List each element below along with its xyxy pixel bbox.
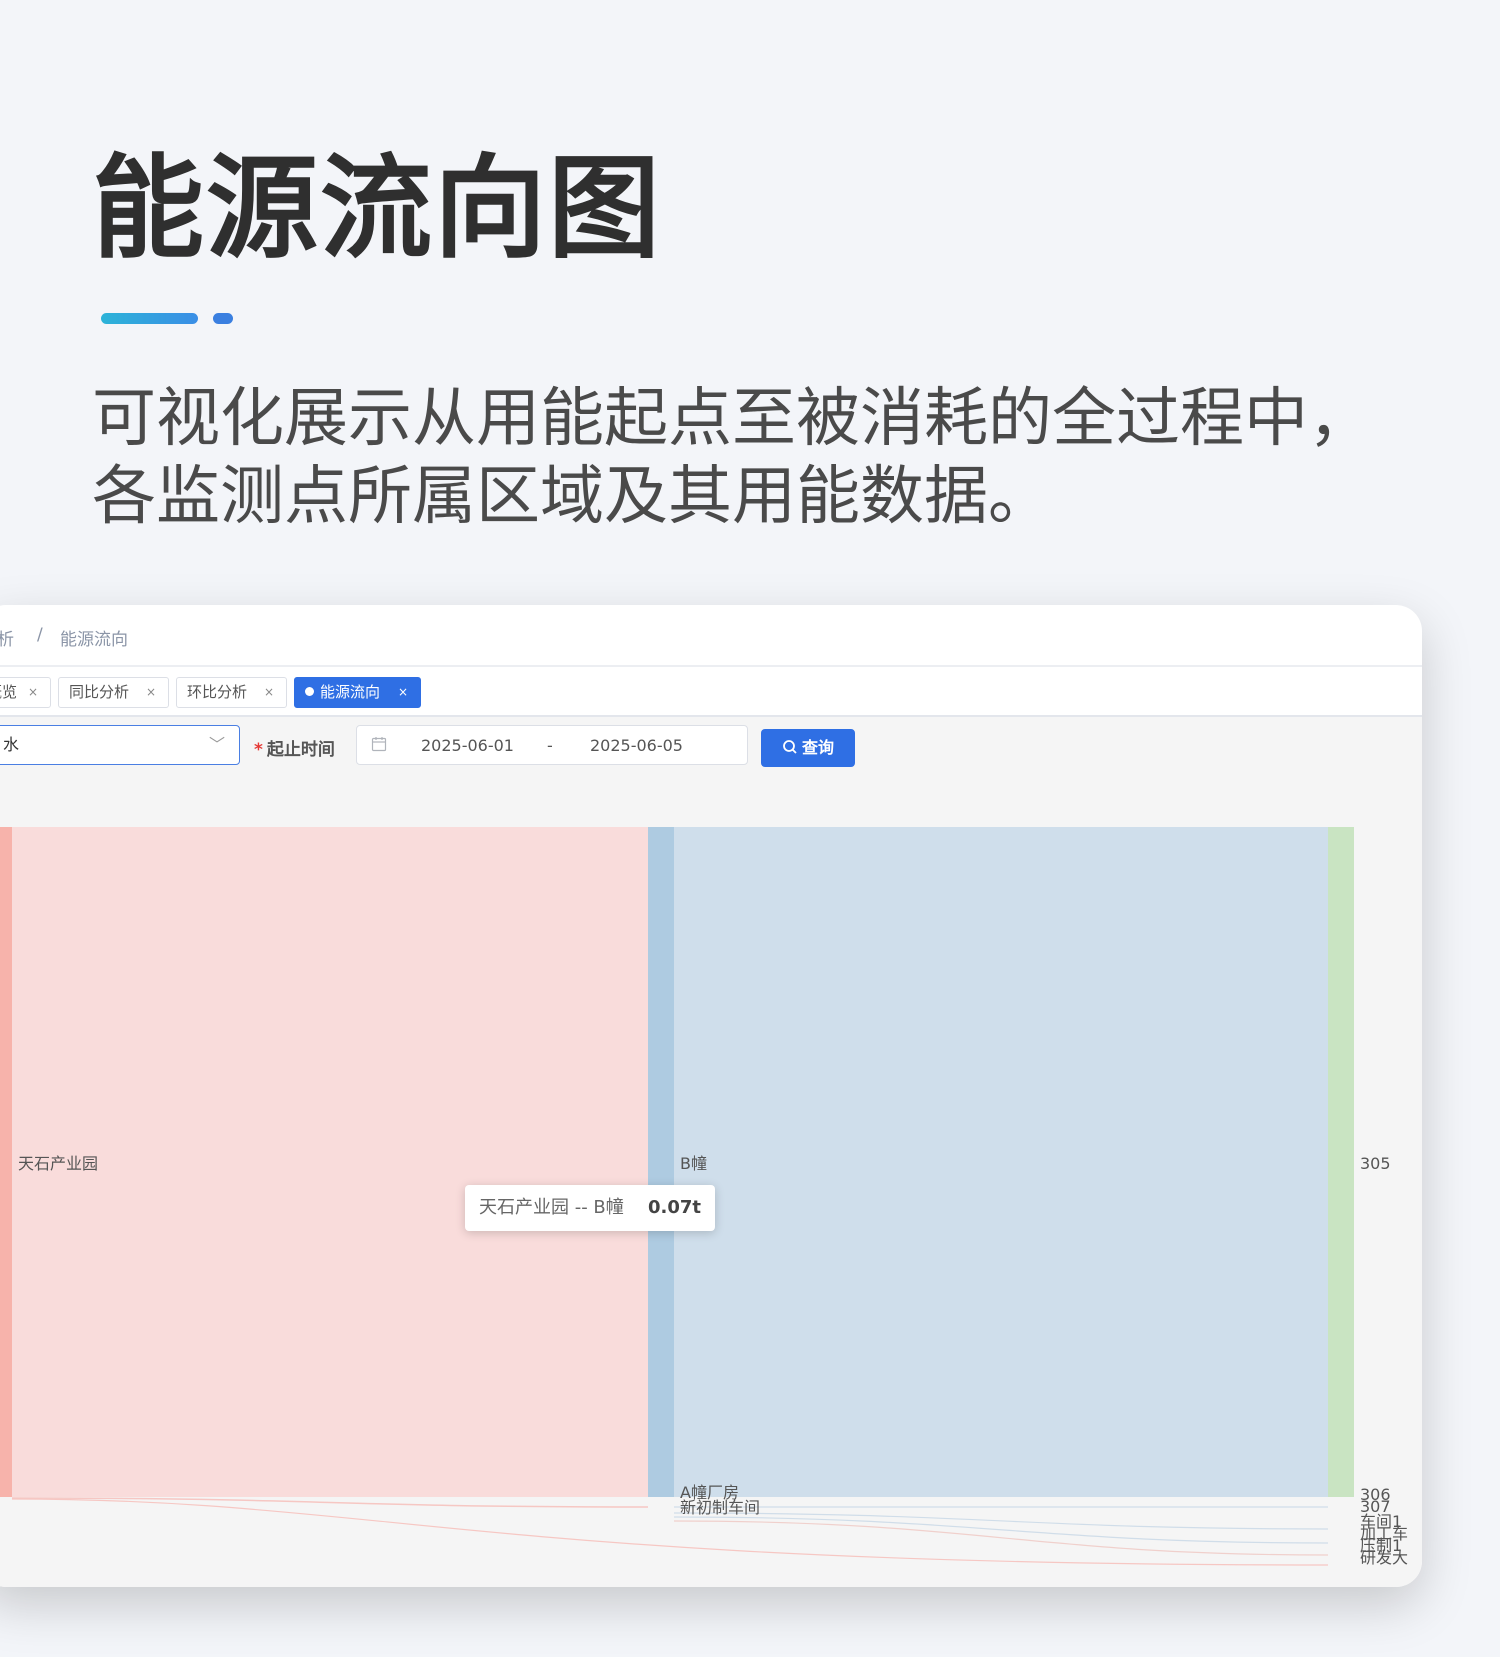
sankey-link-minor[interactable] (11, 1498, 1329, 1566)
sankey-label-b: B幢 (680, 1154, 707, 1173)
sankey-tooltip: 天石产业园 -- B幢 0.07t (465, 1185, 715, 1231)
sankey-chart: 天石产业园 B幢 305 A幢厂房 新初制车间 306 307 车间1 加工车 … (0, 827, 1408, 1567)
page-title: 能源流向图 (92, 144, 662, 274)
tab-bar: 概览 × 同比分析 × 环比分析 × 能源流向 × (0, 667, 1422, 717)
accent-bar (101, 313, 198, 324)
active-dot-icon (305, 687, 314, 696)
accent-dot (213, 313, 233, 324)
sankey-label-305: 305 (1360, 1154, 1391, 1173)
close-icon[interactable]: × (146, 678, 156, 707)
breadcrumb-current: 能源流向 (60, 630, 128, 650)
sankey-link-minor[interactable] (673, 1520, 1329, 1556)
sankey-minor-links (11, 1497, 1329, 1566)
sankey-label-workshop: 新初制车间 (680, 1498, 760, 1517)
sankey-label-c4: 研发大 (1360, 1548, 1408, 1567)
sankey-node-root[interactable] (0, 827, 12, 1497)
sankey-link-b-305[interactable] (674, 827, 1328, 1497)
sankey-link-minor[interactable] (673, 1512, 1329, 1530)
tab-label: 概览 (0, 683, 18, 701)
tooltip-link-value: 0.07t (647, 1197, 701, 1218)
tab-mom-analysis[interactable]: 环比分析 × (176, 677, 287, 708)
breadcrumb: 分析 / 能源流向 (0, 605, 1422, 667)
subtitle-line-2: 各监测点所属区域及其用能数据。 (92, 460, 1052, 534)
tab-label: 同比分析 (69, 683, 130, 701)
tooltip-link-name: 天石产业园 -- B幢 (479, 1197, 624, 1218)
tab-label: 环比分析 (187, 683, 248, 701)
breadcrumb-separator: / (37, 625, 43, 645)
app-window: 分析 / 能源流向 概览 × 同比分析 × 环比分析 × 能源流向 × 水 ﹀ … (0, 605, 1422, 1587)
tab-yoy-analysis[interactable]: 同比分析 × (58, 677, 169, 708)
sankey-link-root-b[interactable] (12, 827, 648, 1497)
sankey-node-305[interactable] (1328, 827, 1354, 1497)
sankey-link-minor[interactable] (11, 1497, 649, 1508)
close-icon[interactable]: × (264, 678, 274, 707)
tab-label: 能源流向 (320, 683, 381, 701)
sankey-label-root: 天石产业园 (18, 1154, 98, 1173)
tab-overview[interactable]: 概览 × (0, 677, 51, 708)
tab-energy-flow[interactable]: 能源流向 × (294, 677, 421, 708)
close-icon[interactable]: × (28, 678, 38, 707)
breadcrumb-parent[interactable]: 分析 (0, 625, 14, 650)
close-icon[interactable]: × (398, 678, 408, 707)
sankey-node-b[interactable] (648, 827, 674, 1497)
page-subtitle: 可视化展示从用能起点至被消耗的全过程中， 各监测点所属区域及其用能数据。 (92, 380, 1452, 536)
subtitle-line-1: 可视化展示从用能起点至被消耗的全过程中， (92, 382, 1372, 456)
